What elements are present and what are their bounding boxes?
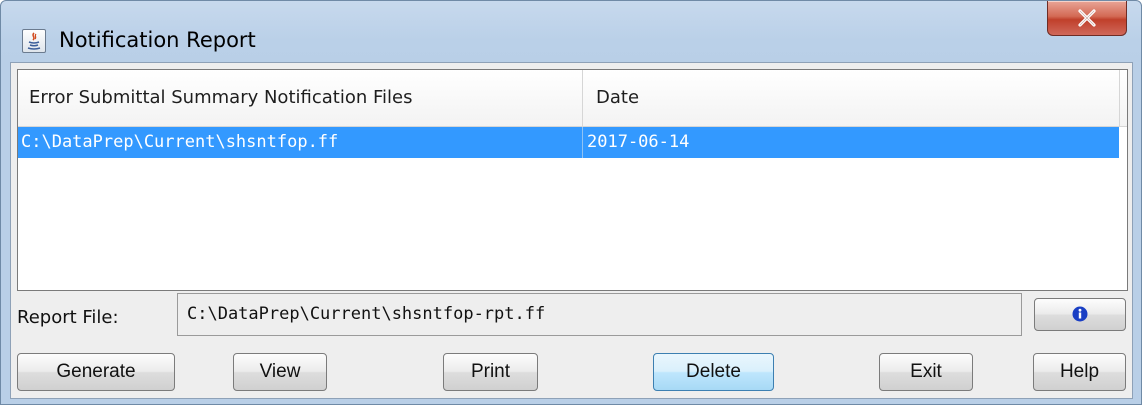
title-bar[interactable]: Notification Report	[1, 1, 1141, 61]
delete-button[interactable]: Delete	[653, 353, 774, 391]
close-icon	[1078, 9, 1096, 27]
java-app-icon	[22, 29, 46, 53]
window-title: Notification Report	[59, 28, 256, 52]
cell-date[interactable]: 2017-06-14	[584, 127, 1119, 158]
help-button[interactable]: Help	[1033, 353, 1126, 391]
table-row[interactable]: C:\DataPrep\Current\shsntfop.ff 2017-06-…	[18, 127, 1119, 158]
print-button[interactable]: Print	[443, 353, 538, 391]
dialog-content: Error Submittal Summary Notification Fil…	[10, 62, 1133, 399]
close-button[interactable]	[1047, 1, 1127, 36]
column-header-date[interactable]: Date	[584, 70, 1119, 126]
info-icon	[1072, 306, 1088, 322]
notification-files-table: Error Submittal Summary Notification Fil…	[17, 69, 1128, 291]
column-header-corner	[1119, 70, 1127, 126]
cell-file[interactable]: C:\DataPrep\Current\shsntfop.ff	[18, 127, 583, 158]
exit-button[interactable]: Exit	[879, 353, 973, 391]
report-file-label: Report File:	[17, 307, 119, 328]
table-header: Error Submittal Summary Notification Fil…	[18, 70, 1127, 127]
info-button[interactable]	[1034, 298, 1126, 331]
notification-report-window: Notification Report Error Submittal Summ…	[0, 0, 1142, 405]
report-file-field[interactable]: C:\DataPrep\Current\shsntfop-rpt.ff	[177, 293, 1022, 336]
generate-button[interactable]: Generate	[17, 353, 175, 391]
view-button[interactable]: View	[233, 353, 327, 391]
column-header-files[interactable]: Error Submittal Summary Notification Fil…	[18, 70, 583, 126]
